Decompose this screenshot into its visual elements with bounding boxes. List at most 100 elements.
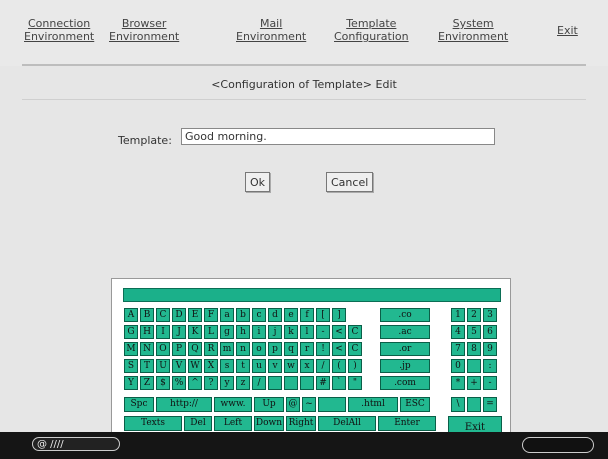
keyboard-key[interactable]: www. <box>214 397 252 412</box>
keyboard-key[interactable]: M <box>124 342 138 356</box>
keyboard-key[interactable]: ^ <box>188 376 202 390</box>
keyboard-key[interactable]: y <box>220 376 234 390</box>
keyboard-key[interactable]: D <box>172 308 186 322</box>
keyboard-key[interactable]: z <box>236 376 250 390</box>
keyboard-key[interactable]: Down <box>254 416 284 431</box>
keyboard-key[interactable]: r <box>300 342 314 356</box>
keyboard-key[interactable]: ? <box>204 376 218 390</box>
keyboard-key[interactable] <box>268 376 282 390</box>
keyboard-key[interactable]: .html <box>348 397 398 412</box>
keyboard-key[interactable]: p <box>268 342 282 356</box>
keyboard-key[interactable]: C <box>156 308 170 322</box>
keyboard-key[interactable]: L <box>204 325 218 339</box>
keyboard-key[interactable]: H <box>140 325 154 339</box>
keyboard-key[interactable]: \ <box>451 397 465 412</box>
keyboard-key[interactable]: @ <box>286 397 300 412</box>
keyboard-key[interactable]: ESC <box>400 397 430 412</box>
keyboard-key[interactable]: a <box>220 308 234 322</box>
keyboard-key[interactable]: R <box>204 342 218 356</box>
keyboard-key[interactable]: Z <box>140 376 154 390</box>
keyboard-key[interactable]: X <box>204 359 218 373</box>
template-input[interactable] <box>181 128 495 145</box>
keyboard-key[interactable]: C <box>348 342 362 356</box>
keyboard-key[interactable]: 5 <box>467 325 481 339</box>
keyboard-key[interactable]: v <box>268 359 282 373</box>
keyboard-key[interactable]: T <box>140 359 154 373</box>
keyboard-key[interactable]: .co <box>380 308 430 322</box>
keyboard-key[interactable]: b <box>236 308 250 322</box>
keyboard-key[interactable]: * <box>451 376 465 390</box>
keyboard-key[interactable]: C <box>348 325 362 339</box>
keyboard-key[interactable]: / <box>316 359 330 373</box>
keyboard-key[interactable]: 4 <box>451 325 465 339</box>
keyboard-key[interactable] <box>284 376 298 390</box>
keyboard-key[interactable]: ) <box>348 359 362 373</box>
keyboard-key[interactable]: P <box>172 342 186 356</box>
nav-template-configuration[interactable]: Template Configuration <box>334 17 409 43</box>
keyboard-key[interactable]: : <box>483 359 497 373</box>
keyboard-key[interactable] <box>467 359 481 373</box>
keyboard-key[interactable]: " <box>348 376 362 390</box>
keyboard-key[interactable]: .or <box>380 342 430 356</box>
keyboard-key[interactable]: < <box>332 342 346 356</box>
keyboard-key[interactable]: ( <box>332 359 346 373</box>
nav-connection-environment[interactable]: Connection Environment <box>24 17 94 43</box>
keyboard-key[interactable]: K <box>188 325 202 339</box>
keyboard-key[interactable]: Spc <box>124 397 154 412</box>
keyboard-key[interactable]: e <box>284 308 298 322</box>
keyboard-key[interactable]: $ <box>156 376 170 390</box>
keyboard-key[interactable]: w <box>284 359 298 373</box>
keyboard-key[interactable]: W <box>188 359 202 373</box>
nav-mail-environment[interactable]: Mail Environment <box>236 17 306 43</box>
keyboard-key[interactable]: 1 <box>451 308 465 322</box>
keyboard-key[interactable]: 6 <box>483 325 497 339</box>
keyboard-key[interactable]: ` <box>332 376 346 390</box>
keyboard-key[interactable]: O <box>156 342 170 356</box>
keyboard-key[interactable]: 3 <box>483 308 497 322</box>
keyboard-key[interactable]: i <box>252 325 266 339</box>
keyboard-key[interactable]: F <box>204 308 218 322</box>
keyboard-key[interactable]: k <box>284 325 298 339</box>
keyboard-key[interactable]: % <box>172 376 186 390</box>
keyboard-key[interactable] <box>467 397 481 412</box>
keyboard-key[interactable]: .ac <box>380 325 430 339</box>
keyboard-key[interactable]: f <box>300 308 314 322</box>
keyboard-key[interactable]: ] <box>332 308 346 322</box>
keyboard-key[interactable]: l <box>300 325 314 339</box>
keyboard-key[interactable]: U <box>156 359 170 373</box>
keyboard-key[interactable]: E <box>188 308 202 322</box>
keyboard-key[interactable]: q <box>284 342 298 356</box>
keyboard-key[interactable]: < <box>332 325 346 339</box>
nav-browser-environment[interactable]: Browser Environment <box>109 17 179 43</box>
keyboard-key[interactable]: N <box>140 342 154 356</box>
keyboard-key[interactable]: # <box>316 376 330 390</box>
keyboard-key[interactable]: = <box>483 397 497 412</box>
keyboard-key[interactable]: Right <box>286 416 316 431</box>
keyboard-key[interactable]: ~ <box>302 397 316 412</box>
keyboard-key[interactable]: - <box>316 325 330 339</box>
nav-system-environment[interactable]: System Environment <box>438 17 508 43</box>
keyboard-key[interactable]: c <box>252 308 266 322</box>
keyboard-key[interactable]: B <box>140 308 154 322</box>
keyboard-key[interactable]: Q <box>188 342 202 356</box>
keyboard-key[interactable]: G <box>124 325 138 339</box>
keyboard-key[interactable]: d <box>268 308 282 322</box>
keyboard-key[interactable]: Enter <box>378 416 436 431</box>
keyboard-key[interactable]: 2 <box>467 308 481 322</box>
nav-exit[interactable]: Exit <box>557 24 578 37</box>
keyboard-key[interactable]: DelAll <box>318 416 376 431</box>
ok-button[interactable]: Ok <box>245 172 271 192</box>
keyboard-key[interactable]: 0 <box>451 359 465 373</box>
keyboard-key[interactable]: u <box>252 359 266 373</box>
keyboard-key[interactable]: A <box>124 308 138 322</box>
keyboard-key[interactable]: V <box>172 359 186 373</box>
keyboard-key[interactable]: s <box>220 359 234 373</box>
keyboard-key[interactable]: .jp <box>380 359 430 373</box>
keyboard-key[interactable]: j <box>268 325 282 339</box>
keyboard-key[interactable]: 9 <box>483 342 497 356</box>
keyboard-key[interactable]: http:// <box>156 397 212 412</box>
keyboard-key[interactable]: J <box>172 325 186 339</box>
keyboard-key[interactable]: Left <box>214 416 252 431</box>
keyboard-key[interactable]: h <box>236 325 250 339</box>
keyboard-key[interactable] <box>318 397 346 412</box>
